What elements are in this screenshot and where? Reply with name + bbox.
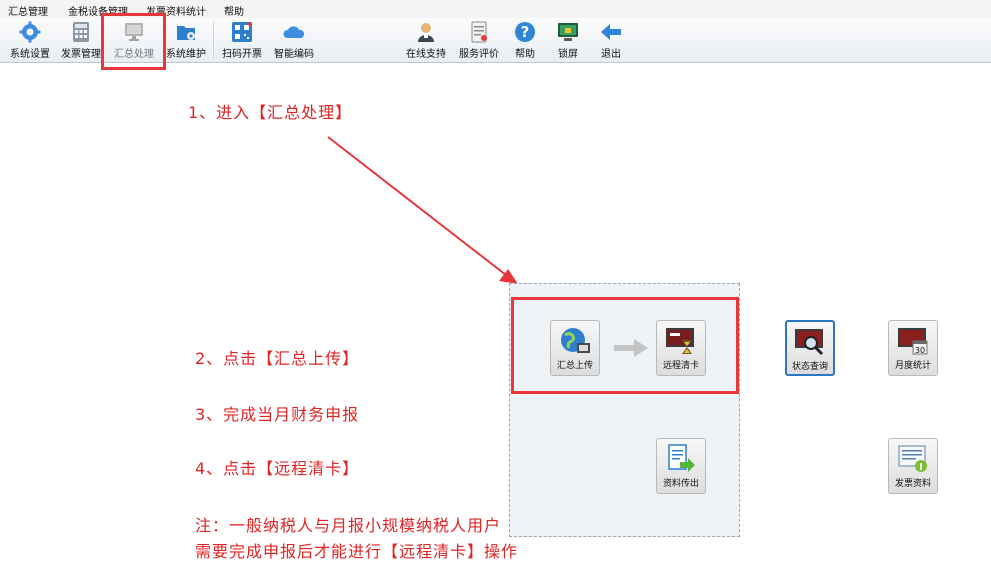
annotation-arrow <box>327 136 518 284</box>
invoice-info-icon <box>898 445 927 472</box>
document-export-icon <box>668 444 695 472</box>
calendar-monitor-icon: 30 <box>898 328 928 355</box>
highlight-upload-clear <box>511 297 739 394</box>
calendar-day: 30 <box>915 346 925 355</box>
status-query-button[interactable]: 状态查询 <box>785 320 835 376</box>
monthly-statistics-button[interactable]: 30 月度统计 <box>888 320 938 376</box>
invoice-data-button[interactable]: 发票资料 <box>888 438 938 494</box>
data-export-button[interactable]: 资料传出 <box>656 438 706 494</box>
magnifier-monitor-icon <box>795 329 824 356</box>
